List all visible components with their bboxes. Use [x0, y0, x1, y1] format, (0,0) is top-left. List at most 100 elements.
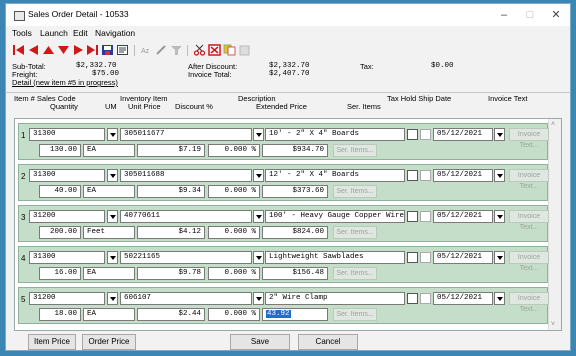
- discount-field[interactable]: 0.000 %: [208, 226, 260, 239]
- delete-icon[interactable]: [208, 44, 221, 56]
- cancel-button[interactable]: Cancel: [298, 334, 358, 350]
- ship-date-dropdown[interactable]: [494, 251, 505, 264]
- paste-icon[interactable]: [238, 44, 251, 56]
- minimize-button[interactable]: –: [490, 7, 518, 23]
- unit-price-field[interactable]: $9.78: [137, 267, 205, 280]
- description-field[interactable]: Lightweight Sawblades: [265, 251, 405, 264]
- sales-code-dropdown[interactable]: [107, 210, 118, 223]
- move-down-icon[interactable]: [57, 44, 70, 56]
- inventory-item-dropdown[interactable]: [253, 128, 264, 141]
- tax-checkbox[interactable]: [407, 129, 418, 140]
- ser-items-button[interactable]: Ser. Items...: [333, 267, 377, 280]
- report-icon[interactable]: [116, 44, 129, 56]
- inventory-item-dropdown[interactable]: [253, 292, 264, 305]
- menu-edit[interactable]: Edit: [73, 28, 88, 38]
- ship-date-field[interactable]: 05/12/2021: [433, 251, 493, 264]
- um-field[interactable]: Feet: [83, 226, 135, 239]
- extended-price-field[interactable]: 43.92: [262, 308, 328, 321]
- unit-price-field[interactable]: $4.12: [137, 226, 205, 239]
- ship-date-field[interactable]: 05/12/2021: [433, 292, 493, 305]
- next-record-icon[interactable]: [72, 44, 85, 56]
- sales-code-dropdown[interactable]: [107, 251, 118, 264]
- inventory-item-field[interactable]: 606107: [120, 292, 252, 305]
- move-up-icon[interactable]: [42, 44, 55, 56]
- tax-checkbox[interactable]: [407, 211, 418, 222]
- um-field[interactable]: EA: [83, 185, 135, 198]
- quantity-field[interactable]: 130.00: [39, 144, 81, 157]
- quantity-field[interactable]: 40.00: [39, 185, 81, 198]
- quantity-field[interactable]: 16.00: [39, 267, 81, 280]
- inventory-item-dropdown[interactable]: [253, 210, 264, 223]
- ser-items-button[interactable]: Ser. Items...: [333, 144, 377, 157]
- ship-date-dropdown[interactable]: [494, 169, 505, 182]
- inventory-item-field[interactable]: 50221165: [120, 251, 252, 264]
- description-field[interactable]: 10' - 2" X 4" Boards: [265, 128, 405, 141]
- discount-field[interactable]: 0.000 %: [208, 144, 260, 157]
- quantity-field[interactable]: 200.00: [39, 226, 81, 239]
- ship-date-dropdown[interactable]: [494, 210, 505, 223]
- close-button[interactable]: ✕: [542, 7, 570, 23]
- sales-code-dropdown[interactable]: [107, 169, 118, 182]
- save-button[interactable]: Save: [230, 334, 290, 350]
- extended-price-field[interactable]: $373.60: [262, 185, 328, 198]
- scroll-up-icon[interactable]: ˄: [551, 121, 555, 128]
- tax-checkbox[interactable]: [407, 170, 418, 181]
- ship-date-dropdown[interactable]: [494, 128, 505, 141]
- um-field[interactable]: EA: [83, 267, 135, 280]
- hold-checkbox[interactable]: [420, 211, 431, 222]
- save-record-icon[interactable]: [101, 44, 114, 56]
- maximize-button[interactable]: □: [516, 7, 544, 23]
- extended-price-field[interactable]: $824.00: [262, 226, 328, 239]
- invoice-text-button[interactable]: Invoice Text...: [509, 128, 549, 149]
- order-price-button[interactable]: Order Price: [82, 334, 136, 350]
- inventory-item-field[interactable]: 305011688: [120, 169, 252, 182]
- sales-code-field[interactable]: 31300: [29, 128, 105, 141]
- invoice-text-button[interactable]: Invoice Text...: [509, 251, 549, 272]
- unit-price-field[interactable]: $2.44: [137, 308, 205, 321]
- inventory-item-dropdown[interactable]: [253, 251, 264, 264]
- sales-code-field[interactable]: 31200: [29, 210, 105, 223]
- sort-icon[interactable]: Az: [140, 44, 153, 56]
- filter-icon[interactable]: [170, 44, 183, 56]
- description-field[interactable]: 100' - Heavy Gauge Copper Wire: [265, 210, 405, 223]
- menu-tools[interactable]: Tools: [12, 28, 32, 38]
- unit-price-field[interactable]: $7.19: [137, 144, 205, 157]
- invoice-text-button[interactable]: Invoice Text...: [509, 210, 549, 231]
- description-field[interactable]: 12' - 2" X 4" Boards: [265, 169, 405, 182]
- sales-code-dropdown[interactable]: [107, 292, 118, 305]
- ship-date-field[interactable]: 05/12/2021: [433, 169, 493, 182]
- edit-icon[interactable]: [155, 44, 168, 56]
- um-field[interactable]: EA: [83, 308, 135, 321]
- ship-date-field[interactable]: 05/12/2021: [433, 210, 493, 223]
- hold-checkbox[interactable]: [420, 293, 431, 304]
- item-price-button[interactable]: Item Price: [28, 334, 76, 350]
- previous-record-icon[interactable]: [27, 44, 40, 56]
- ship-date-dropdown[interactable]: [494, 292, 505, 305]
- inventory-item-field[interactable]: 40770611: [120, 210, 252, 223]
- ser-items-button[interactable]: Ser. Items...: [333, 308, 377, 321]
- ser-items-button[interactable]: Ser. Items...: [333, 226, 377, 239]
- sales-code-dropdown[interactable]: [107, 128, 118, 141]
- hold-checkbox[interactable]: [420, 129, 431, 140]
- ser-items-button[interactable]: Ser. Items...: [333, 185, 377, 198]
- tax-checkbox[interactable]: [407, 293, 418, 304]
- last-record-icon[interactable]: [86, 44, 99, 56]
- hold-checkbox[interactable]: [420, 252, 431, 263]
- description-field[interactable]: 2" Wire Clamp: [265, 292, 405, 305]
- inventory-item-field[interactable]: 305011677: [120, 128, 252, 141]
- copy-icon[interactable]: [223, 44, 236, 56]
- ship-date-field[interactable]: 05/12/2021: [433, 128, 493, 141]
- extended-price-field[interactable]: $934.70: [262, 144, 328, 157]
- invoice-text-button[interactable]: Invoice Text...: [509, 292, 549, 313]
- first-record-icon[interactable]: [12, 44, 25, 56]
- sales-code-field[interactable]: 31300: [29, 169, 105, 182]
- inventory-item-dropdown[interactable]: [253, 169, 264, 182]
- discount-field[interactable]: 0.000 %: [208, 185, 260, 198]
- menu-navigation[interactable]: Navigation: [95, 28, 135, 38]
- discount-field[interactable]: 0.000 %: [208, 267, 260, 280]
- cut-icon[interactable]: [193, 44, 206, 56]
- sales-code-field[interactable]: 31300: [29, 251, 105, 264]
- sales-code-field[interactable]: 31200: [29, 292, 105, 305]
- hold-checkbox[interactable]: [420, 170, 431, 181]
- discount-field[interactable]: 0.000 %: [208, 308, 260, 321]
